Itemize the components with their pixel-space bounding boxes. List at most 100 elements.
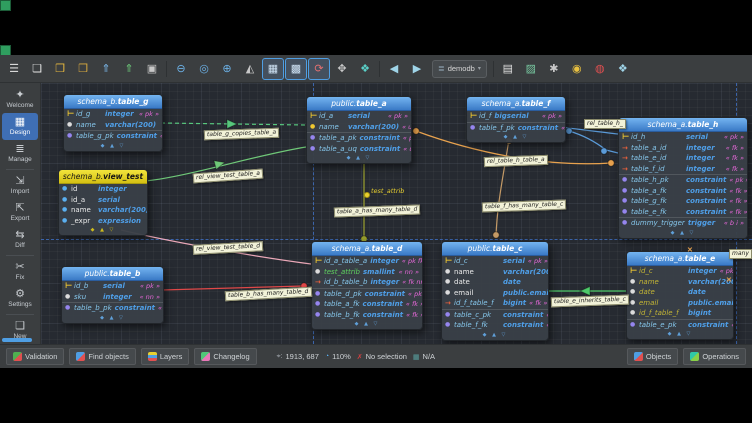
- field-row[interactable]: →id_b_table_binteger« fk nn »: [312, 277, 422, 288]
- relation-line-h_f[interactable]: [606, 150, 618, 153]
- sidebar-item-diff[interactable]: ⇆Diff: [2, 226, 38, 253]
- table-view_test[interactable]: schema_b.view_test●idinteger●id_aserial●…: [58, 169, 148, 236]
- field-row[interactable]: ●datedate: [627, 287, 733, 298]
- field-row[interactable]: ●dummy_triggertrigger« b i »: [619, 217, 747, 229]
- field-row[interactable]: ●table_b_pkconstraint« pk »: [62, 302, 163, 314]
- field-row[interactable]: →table_f_idinteger« fk »: [619, 164, 747, 175]
- field-row[interactable]: ●table_a_fkconstraint« fk »: [312, 299, 422, 310]
- close-document-icon[interactable]: ▤: [497, 58, 519, 80]
- field-row[interactable]: ●test_attribsmallint« nn »: [312, 267, 422, 278]
- zoom-out-icon[interactable]: ⊖: [170, 58, 192, 80]
- table-table_h[interactable]: schema_a.table_h⊢id_hserial« pk »→table_…: [618, 117, 748, 239]
- field-row[interactable]: ⊢id_bserial« pk »: [62, 281, 163, 292]
- panel-button-operations[interactable]: Operations: [683, 348, 746, 365]
- field-row[interactable]: ●id_f_table_fbigint: [627, 308, 733, 319]
- clear-selection-icon[interactable]: ✗: [357, 353, 363, 361]
- expand-icon[interactable]: ✥: [331, 58, 353, 80]
- field-row[interactable]: →table_e_idinteger« fk »: [619, 153, 747, 164]
- sidebar-item-design[interactable]: ▦Design: [2, 113, 38, 140]
- field-row[interactable]: ●table_a_uqconstraint« uq »: [307, 144, 411, 155]
- table-footer-icons[interactable]: ◆ ▲ ▽: [619, 229, 747, 238]
- table-table_e[interactable]: schema_a.table_e⊢id_cinteger« pk »●namev…: [626, 251, 734, 340]
- field-row[interactable]: ●table_f_fkconstraint« fk »: [442, 320, 548, 331]
- zoom-level[interactable]: ◔ 110%: [325, 352, 351, 361]
- refresh-layout-icon[interactable]: ⟳: [308, 58, 330, 80]
- status-tab-validation[interactable]: Validation: [6, 348, 64, 365]
- field-row[interactable]: ●namevarchar(200): [59, 205, 147, 216]
- relation-endpoint[interactable]: [566, 128, 572, 134]
- field-row[interactable]: ●table_b_fkconstraint« fk »: [312, 310, 422, 321]
- field-row[interactable]: ●_exprexpression: [59, 216, 147, 227]
- table-table_b[interactable]: public.table_b⊢id_bserial« pk »●skuinteg…: [61, 266, 164, 324]
- status-tab-layers[interactable]: Layers: [141, 348, 190, 365]
- table-footer-icons[interactable]: ◆ ▲ ▽: [307, 154, 411, 163]
- export-icon[interactable]: ⇑: [118, 58, 140, 80]
- table-header[interactable]: schema_b.view_test: [59, 170, 147, 184]
- database-selector[interactable]: ≣demodb▾: [432, 60, 487, 78]
- back-icon[interactable]: ◀: [383, 58, 405, 80]
- field-row[interactable]: ●namevarchar(200): [627, 277, 733, 288]
- sidebar-item-settings[interactable]: ⚙Settings: [2, 285, 38, 312]
- table-header[interactable]: public.table_c: [442, 242, 548, 256]
- field-row[interactable]: →id_f_table_fbigint« fk »: [442, 298, 548, 309]
- relation-endpoint[interactable]: [608, 160, 614, 166]
- forward-icon[interactable]: ▶: [406, 58, 428, 80]
- field-row[interactable]: ⊢id_ginteger« pk »: [64, 109, 162, 120]
- sort-layout-icon[interactable]: ◭: [239, 58, 261, 80]
- image-export-icon[interactable]: ▨: [520, 58, 542, 80]
- sidebar-item-welcome[interactable]: ✦Welcome: [2, 86, 38, 113]
- table-footer-icons[interactable]: ◆ ▲ ▽: [467, 133, 565, 142]
- field-row[interactable]: ●datedate: [442, 277, 548, 288]
- table-table_c[interactable]: public.table_c⊢id_cserial« pk »●namevarc…: [441, 241, 549, 341]
- relation-label-h_f[interactable]: rel_table_h_: [584, 119, 626, 129]
- field-row[interactable]: ●table_e_pkconstraint« pk »: [627, 319, 733, 331]
- status-tab-changelog[interactable]: Changelog: [194, 348, 256, 365]
- table-table_d[interactable]: schema_a.table_d⊢id_a_table_ainteger« pk…: [311, 241, 423, 330]
- table-header[interactable]: schema_b.table_g: [64, 95, 162, 109]
- relation-arrow[interactable]: [227, 120, 237, 129]
- relations-icon[interactable]: ❖: [354, 58, 376, 80]
- field-row[interactable]: →table_a_idinteger« fk »: [619, 143, 747, 154]
- field-row[interactable]: ⊢id_fbigserial« pk »: [467, 111, 565, 122]
- grid-layout-icon[interactable]: ▦: [262, 58, 284, 80]
- field-row[interactable]: ●table_d_pkconstraint« pk »: [312, 288, 422, 300]
- field-row[interactable]: ●table_f_pkconstraint« pk »: [467, 122, 565, 134]
- field-row[interactable]: ●skuinteger« nn »: [62, 292, 163, 303]
- status-tab-find[interactable]: Find objects: [69, 348, 135, 365]
- field-row[interactable]: ●namevarchar(200): [442, 267, 548, 278]
- table-footer-icons[interactable]: ◆ ▲ ▽: [64, 142, 162, 151]
- field-row[interactable]: ●idinteger: [59, 184, 147, 195]
- relation-endpoint[interactable]: [413, 128, 419, 134]
- help-lifebuoy-icon[interactable]: ◍: [589, 58, 611, 80]
- debug-icon[interactable]: ✱: [543, 58, 565, 80]
- grid-compact-icon[interactable]: ▩: [285, 58, 307, 80]
- plugins-icon[interactable]: ❖: [612, 58, 634, 80]
- field-row[interactable]: ●namevarchar(200): [64, 120, 162, 131]
- table-footer-icons[interactable]: ◆ ▲ ▽: [627, 330, 733, 339]
- field-row[interactable]: ⊢id_a_table_ainteger« pk fk »: [312, 256, 422, 267]
- table-footer-icons[interactable]: ◆ ▲ ▽: [62, 314, 163, 323]
- panel-button-objects[interactable]: Objects: [627, 348, 678, 365]
- menu-icon[interactable]: ☰: [3, 58, 25, 80]
- table-header[interactable]: schema_a.table_e: [627, 252, 733, 266]
- sidebar-item-export[interactable]: ⇱Export: [2, 199, 38, 226]
- field-row[interactable]: ●table_g_pkconstraint« pk »: [64, 130, 162, 142]
- field-row[interactable]: ●namevarchar(200)« uq »: [307, 122, 411, 133]
- table-header[interactable]: schema_a.table_f: [467, 97, 565, 111]
- table-header[interactable]: schema_a.table_d: [312, 242, 422, 256]
- relation-endpoint[interactable]: [601, 148, 607, 154]
- table-table_g[interactable]: schema_b.table_g⊢id_ginteger« pk »●namev…: [63, 94, 163, 152]
- table-table_a[interactable]: public.table_a⊢id_aserial« pk »●namevarc…: [306, 96, 412, 164]
- field-row[interactable]: ⊢id_hserial« pk »: [619, 132, 747, 143]
- relation-endpoint[interactable]: [493, 232, 499, 238]
- field-row[interactable]: ⊢id_aserial« pk »: [307, 111, 411, 122]
- clipped-relation-label[interactable]: many: [729, 249, 752, 259]
- table-footer-icons[interactable]: ◆ ▲ ▽: [312, 320, 422, 329]
- table-header[interactable]: public.table_b: [62, 267, 163, 281]
- field-row[interactable]: ●table_c_pkconstraint« pk »: [442, 309, 548, 321]
- open-folder-icon[interactable]: ❒: [49, 58, 71, 80]
- print-icon[interactable]: ▣: [141, 58, 163, 80]
- import-icon[interactable]: ⇑: [95, 58, 117, 80]
- table-footer-icons[interactable]: ◆ ▲ ▽: [442, 331, 548, 340]
- sidebar-item-import[interactable]: ⇲Import: [2, 172, 38, 199]
